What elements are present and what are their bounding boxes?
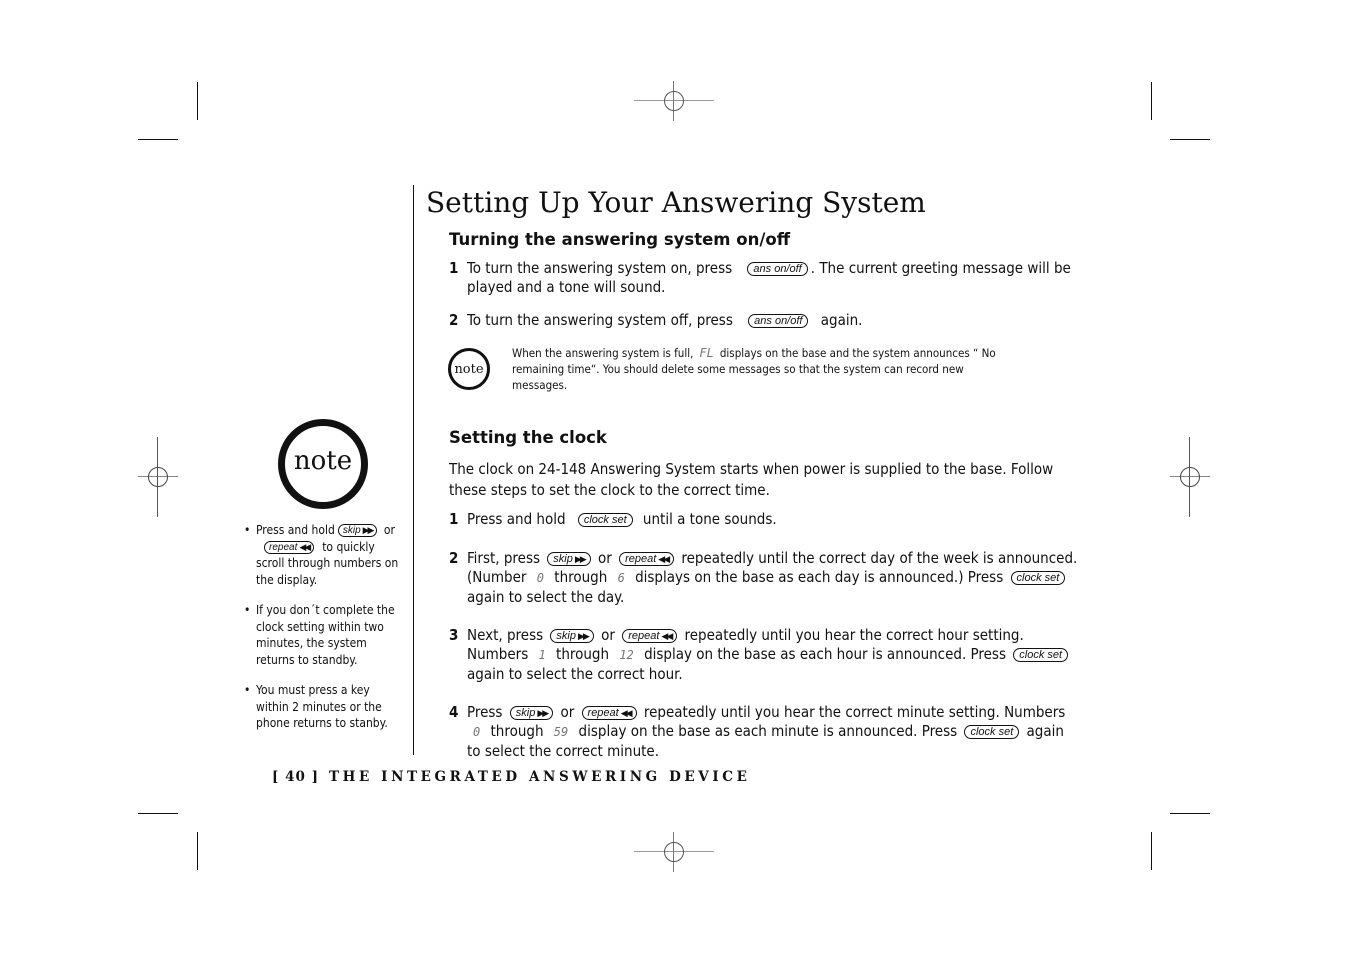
fast-forward-icon: ▶▶ — [362, 525, 375, 535]
step-number: 2 — [449, 311, 459, 329]
repeat-key: repeat ◀◀ — [581, 706, 637, 720]
crop-mark — [1151, 82, 1152, 120]
lcd-digit: 6 — [617, 571, 625, 585]
registration-mark-left — [138, 437, 178, 517]
fast-forward-icon: ▶▶ — [537, 708, 549, 718]
sidebar-note-item: • You must press a key within 2 minutes … — [244, 683, 388, 730]
crop-mark — [197, 82, 198, 120]
crop-mark — [138, 139, 178, 140]
clock-set-key: clock set — [1010, 571, 1066, 585]
step-1-on: 1 To turn the answering system on, press… — [449, 259, 1071, 296]
lcd-digit: 12 — [619, 648, 634, 662]
rewind-icon: ◀◀ — [299, 541, 311, 552]
repeat-key: repeat ◀◀ — [264, 540, 315, 554]
crop-mark — [1151, 832, 1152, 870]
note-icon: note — [448, 348, 490, 390]
crop-mark — [1170, 139, 1210, 140]
clock-set-key: clock set — [1013, 648, 1069, 662]
page-number: [ 40 ] — [272, 769, 319, 785]
lcd-digit: 0 — [473, 725, 481, 739]
clock-step-3: 3 Next, press skip ▶▶ or repeat ◀◀ repeate… — [449, 626, 1079, 684]
ans-on-off-key: ans on/off — [748, 314, 809, 328]
clock-set-key: clock set — [577, 513, 633, 527]
note-full-system: When the answering system is full, FL disp… — [512, 346, 996, 392]
page-footer: [ 40 ] THE INTEGRATED ANSWERING DEVICE — [272, 769, 751, 785]
step-2-off: 2 To turn the answering system off, pres… — [449, 311, 863, 329]
registration-mark-right — [1170, 437, 1210, 517]
running-footer-title: THE INTEGRATED ANSWERING DEVICE — [328, 769, 751, 785]
page-title: Setting Up Your Answering System — [426, 186, 926, 219]
lcd-digit: 1 — [538, 648, 546, 662]
lcd-display-fl: FL — [699, 346, 714, 360]
repeat-key: repeat ◀◀ — [622, 629, 678, 643]
lcd-digit: 0 — [536, 571, 544, 585]
rewind-icon: ◀◀ — [661, 631, 673, 641]
section-heading-setting-clock: Setting the clock — [449, 428, 607, 447]
crop-mark — [138, 813, 178, 814]
repeat-key: repeat ◀◀ — [619, 552, 675, 566]
rewind-icon: ◀◀ — [658, 554, 670, 564]
crop-mark — [197, 832, 198, 870]
clock-step-4: 4 Press skip ▶▶ or repeat ◀◀ repeatedly un… — [449, 703, 1066, 760]
sidebar-notes: • Press and hold skip ▶▶ orrepeat ◀◀ to quic… — [244, 522, 404, 746]
clock-set-key: clock set — [964, 725, 1020, 739]
skip-key: skip ▶▶ — [547, 552, 591, 566]
crop-mark — [1170, 813, 1210, 814]
skip-key: skip ▶▶ — [337, 524, 378, 537]
step-number: 1 — [449, 259, 459, 277]
registration-mark-bottom — [634, 832, 714, 872]
fast-forward-icon: ▶▶ — [574, 554, 587, 564]
ans-on-off-key: ans on/off — [747, 262, 808, 276]
clock-step-2: 2 First, press skip ▶▶ or repeat ◀◀ repeat… — [449, 549, 1078, 606]
lcd-digit: 59 — [553, 725, 569, 739]
skip-key: skip ▶▶ — [550, 629, 594, 643]
clock-step-1: 1 Press and hold clock set until a tone … — [449, 510, 777, 528]
sidebar-note-item: • If you don´t complete the clock settin… — [244, 603, 395, 667]
sidebar-note-item: • Press and hold skip ▶▶ orrepeat ◀◀ to quic… — [244, 523, 399, 587]
skip-key: skip ▶▶ — [509, 706, 554, 720]
rewind-icon: ◀◀ — [620, 708, 633, 718]
section-heading-answering-on-off: Turning the answering system on/off — [449, 230, 791, 249]
fast-forward-icon: ▶▶ — [577, 631, 590, 641]
column-divider — [413, 185, 414, 755]
registration-mark-top — [634, 81, 714, 121]
note-icon-large: note — [278, 419, 368, 509]
clock-intro: The clock on 24-148 Answering System sta… — [449, 460, 1054, 499]
